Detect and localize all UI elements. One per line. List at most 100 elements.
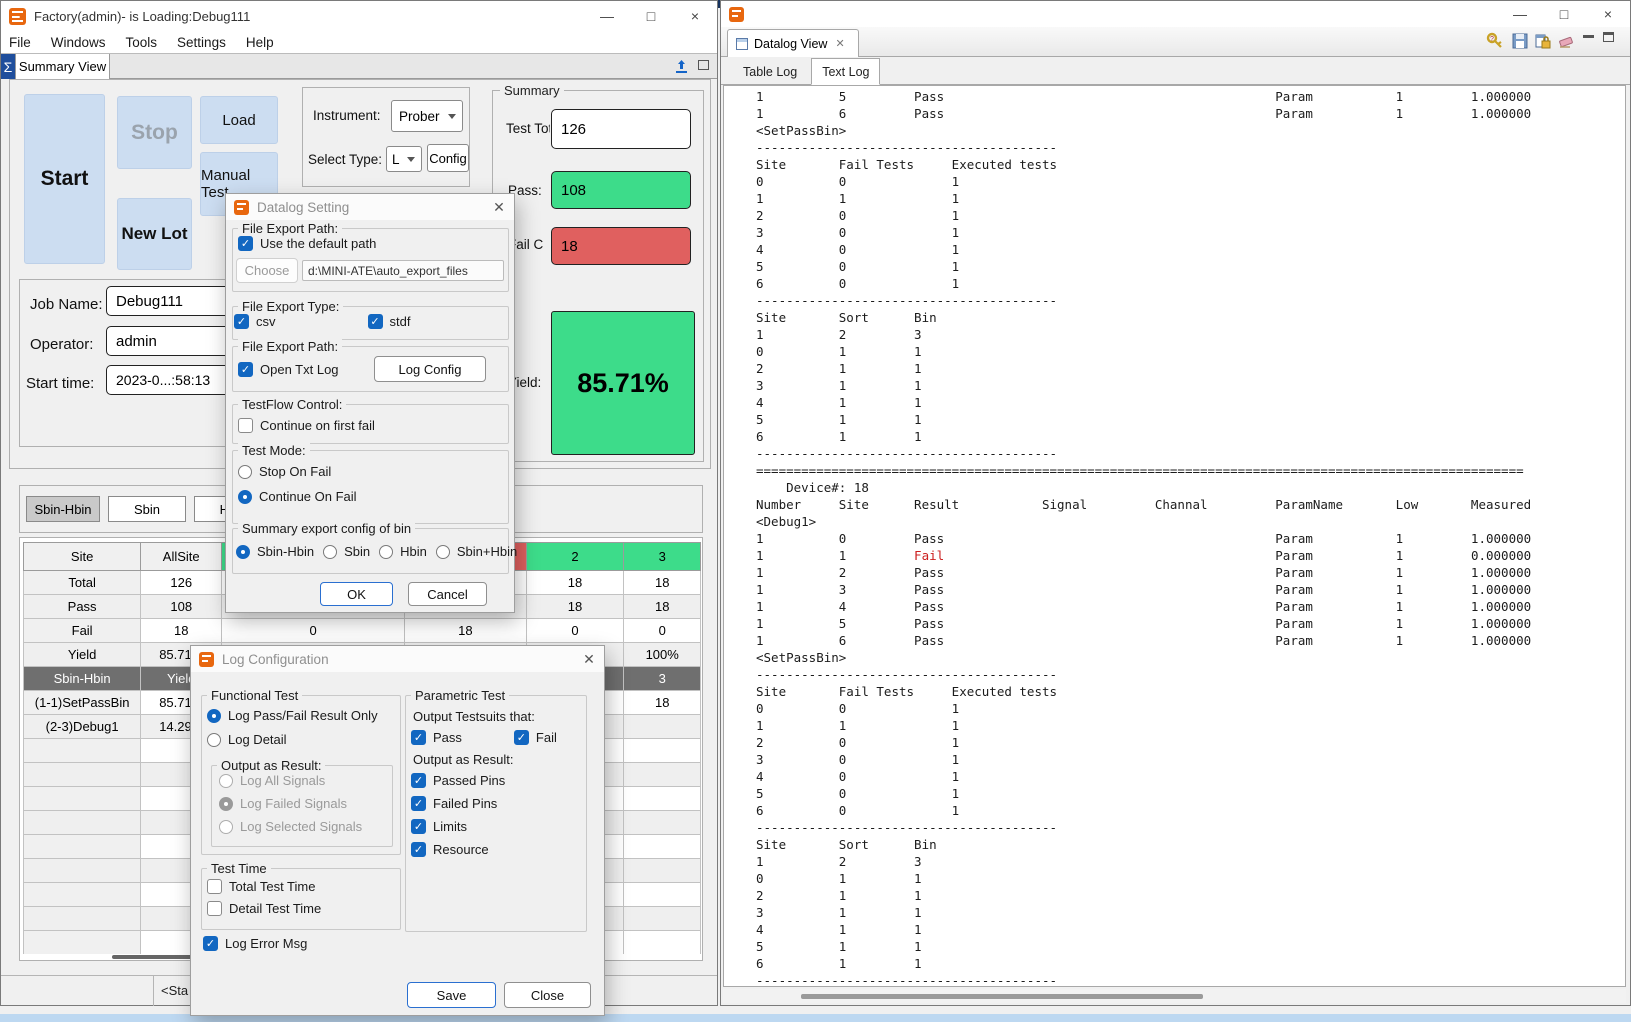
- checkbox-continue-on-first-fail[interactable]: Continue on first fail: [238, 418, 375, 433]
- radio-mark: [379, 545, 393, 559]
- close-icon[interactable]: ✕: [484, 194, 514, 220]
- radio-log-all-signals[interactable]: Log All Signals: [219, 773, 362, 788]
- option-label: Resource: [433, 842, 489, 857]
- menu-item-settings[interactable]: Settings: [177, 35, 226, 50]
- stop-button[interactable]: Stop: [117, 96, 192, 169]
- close-button[interactable]: ×: [673, 1, 717, 31]
- checkbox-limits[interactable]: ✓Limits: [411, 819, 505, 834]
- export-type-options: ✓csv ✓stdf: [234, 314, 410, 329]
- pass-field[interactable]: 108: [551, 171, 691, 209]
- select-type-select[interactable]: L: [386, 146, 422, 172]
- maximize-button[interactable]: □: [1542, 1, 1586, 27]
- factory-titlebar: Factory(admin)- is Loading:Debug111 — □ …: [1, 1, 717, 31]
- close-tab-icon[interactable]: ✕: [835, 37, 844, 50]
- radio-sbin-hbin[interactable]: Sbin-Hbin: [236, 544, 314, 559]
- bin-tab-sbin[interactable]: Sbin: [108, 496, 186, 522]
- export-path-field[interactable]: d:\MINI-ATE\auto_export_files: [302, 260, 504, 281]
- column-header-allsite[interactable]: AllSite: [141, 543, 222, 571]
- tab-datalog-view[interactable]: Datalog View ✕: [727, 29, 859, 57]
- save-icon[interactable]: [1511, 32, 1529, 50]
- checkbox-resource[interactable]: ✓Resource: [411, 842, 505, 857]
- checkbox-detail-test-time[interactable]: Detail Test Time: [207, 901, 321, 916]
- file-export-type-label: File Export Type:: [238, 299, 343, 314]
- column-header-3[interactable]: 3: [624, 543, 701, 571]
- checkbox-use-the-default-path[interactable]: ✓Use the default path: [238, 236, 376, 251]
- start-time-label: Start time:: [26, 375, 94, 392]
- operator-label: Operator:: [30, 336, 93, 353]
- minimize-button[interactable]: —: [1498, 1, 1542, 27]
- radio-sbin[interactable]: Sbin: [323, 544, 370, 559]
- menu-item-file[interactable]: File: [9, 35, 31, 50]
- new-lot-button[interactable]: New Lot: [117, 198, 192, 270]
- log-config-button[interactable]: Log Config: [374, 356, 486, 382]
- log-hscrollbar-thumb[interactable]: [801, 994, 1203, 999]
- menu-item-windows[interactable]: Windows: [51, 35, 106, 50]
- checkbox-csv[interactable]: ✓csv: [234, 314, 276, 329]
- load-button[interactable]: Load: [200, 96, 278, 144]
- checkbox-failed-pins[interactable]: ✓Failed Pins: [411, 796, 505, 811]
- log-config-titlebar: Log Configuration ✕: [191, 646, 604, 672]
- radio-log-failed-signals[interactable]: Log Failed Signals: [219, 796, 362, 811]
- tab-text-log[interactable]: Text Log: [811, 58, 880, 85]
- menu-item-help[interactable]: Help: [246, 35, 274, 50]
- close-icon[interactable]: ✕: [574, 646, 604, 672]
- scroll-lock-icon[interactable]: [1534, 32, 1552, 50]
- status-text: <Sta: [161, 983, 188, 998]
- start-button[interactable]: Start: [24, 94, 105, 264]
- option-label: Total Test Time: [229, 879, 315, 894]
- checkbox-passed-pins[interactable]: ✓Passed Pins: [411, 773, 505, 788]
- radio-continue-on-fail[interactable]: Continue On Fail: [238, 489, 357, 504]
- dialog-title: Datalog Setting: [257, 200, 349, 215]
- option-label: Continue on first fail: [260, 418, 375, 433]
- maximize-button[interactable]: □: [629, 1, 673, 31]
- radio-log-pass-fail-result-only[interactable]: Log Pass/Fail Result Only: [207, 708, 378, 723]
- radio-log-selected-signals[interactable]: Log Selected Signals: [219, 819, 362, 834]
- checkbox-mark: [207, 901, 222, 916]
- menu-item-tools[interactable]: Tools: [126, 35, 158, 50]
- tab-summary-view[interactable]: Summary View: [15, 54, 110, 79]
- radio-log-detail[interactable]: Log Detail: [207, 732, 378, 747]
- file-export-path-label: File Export Path:: [238, 221, 342, 236]
- column-header-site[interactable]: Site: [24, 543, 141, 571]
- parametric-test-label: Parametric Test: [411, 688, 509, 703]
- radio-stop-on-fail[interactable]: Stop On Fail: [238, 464, 357, 479]
- test-total-field[interactable]: 126: [551, 109, 691, 149]
- option-label: Sbin: [344, 544, 370, 559]
- minimize-button[interactable]: —: [585, 1, 629, 31]
- checkbox-pass[interactable]: ✓Pass: [411, 730, 462, 745]
- restore-pane-icon[interactable]: [698, 60, 709, 70]
- fail-count-field[interactable]: 18: [551, 227, 691, 265]
- clear-log-icon[interactable]: [1557, 32, 1575, 50]
- checkbox-stdf[interactable]: ✓stdf: [368, 314, 411, 329]
- maximize-view-icon[interactable]: [1603, 32, 1614, 42]
- close-dialog-button[interactable]: Close: [504, 982, 591, 1008]
- column-header-2[interactable]: 2: [526, 543, 624, 571]
- checkbox-total-test-time[interactable]: Total Test Time: [207, 879, 321, 894]
- table-row[interactable]: Fail1801800: [24, 619, 701, 643]
- bin-tab-sbin-hbin[interactable]: Sbin-Hbin: [26, 496, 100, 522]
- checkbox-fail[interactable]: ✓Fail: [514, 730, 557, 745]
- checkbox-open-txt-log[interactable]: ✓Open Txt Log: [238, 362, 339, 377]
- option-label: Stop On Fail: [259, 464, 331, 479]
- radio-sbin-hbin[interactable]: Sbin+Hbin: [436, 544, 517, 559]
- minimize-view-icon[interactable]: [1583, 35, 1594, 38]
- log-content[interactable]: 1 5 Pass Param 1 1.000000 1 6 Pass Param…: [723, 85, 1626, 987]
- checkbox-mark: ✓: [368, 314, 383, 329]
- factory-app-icon: [9, 8, 26, 25]
- datalog-setting-titlebar: Datalog Setting ✕: [226, 194, 514, 220]
- choose-button[interactable]: Choose: [236, 258, 298, 283]
- checkbox-log-error-msg[interactable]: ✓Log Error Msg: [203, 936, 307, 951]
- key-filter-icon[interactable]: ?: [1486, 32, 1504, 50]
- radio-hbin[interactable]: Hbin: [379, 544, 427, 559]
- log-hscrollbar-track[interactable]: [723, 989, 1626, 1003]
- close-button[interactable]: ×: [1586, 1, 1630, 27]
- tab-table-log[interactable]: Table Log: [733, 60, 807, 84]
- instrument-select[interactable]: Prober: [391, 100, 463, 132]
- cancel-button[interactable]: Cancel: [408, 582, 487, 606]
- save-button[interactable]: Save: [407, 982, 496, 1008]
- option-label: Pass: [433, 730, 462, 745]
- dialog-title: Log Configuration: [222, 652, 329, 667]
- config-button[interactable]: Config: [427, 144, 469, 172]
- ok-button[interactable]: OK: [320, 582, 393, 606]
- export-icon[interactable]: [673, 58, 690, 75]
